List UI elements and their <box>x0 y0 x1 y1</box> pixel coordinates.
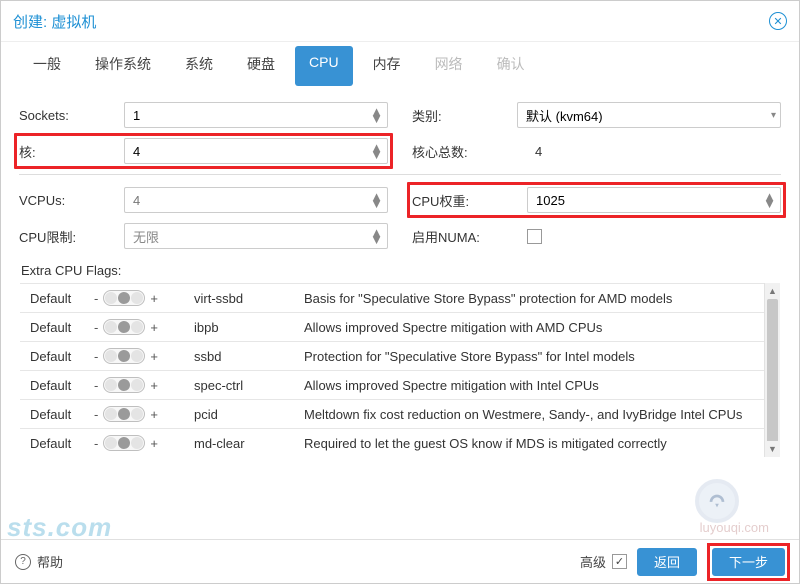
dialog-title: 创建: 虚拟机 <box>13 11 96 32</box>
sockets-input[interactable]: ▲▼ <box>124 102 388 128</box>
cpu-weight-highlight: CPU权重: ▲▼ <box>407 182 786 218</box>
scrollbar[interactable]: ▲ ▼ <box>764 283 780 457</box>
flag-tristate-toggle[interactable]: - + <box>94 406 194 422</box>
chevron-down-icon[interactable]: ▾ <box>771 112 776 119</box>
sockets-label: Sockets: <box>19 108 124 123</box>
cpu-limit-label: CPU限制: <box>19 227 124 246</box>
flags-scroll[interactable]: Default- +virt-ssbdBasis for "Speculativ… <box>19 282 781 458</box>
flag-default: Default <box>24 349 94 364</box>
advanced-checkbox[interactable]: ✓ <box>612 554 627 569</box>
spinner-arrows-icon[interactable]: ▲▼ <box>763 193 776 207</box>
flags-header: Extra CPU Flags: <box>19 259 781 282</box>
vcpus-field[interactable] <box>133 193 379 208</box>
flag-desc: Meltdown fix cost reduction on Westmere,… <box>304 407 776 422</box>
cpu-weight-label: CPU权重: <box>412 191 527 210</box>
form-body: Sockets: ▲▼ 类别: ▾ 核: ▲▼ <box>1 86 799 458</box>
help-icon: ? <box>15 554 31 570</box>
table-row: Default- +ssbdProtection for "Speculativ… <box>20 341 780 370</box>
next-button[interactable]: 下一步 <box>712 548 785 576</box>
table-row: Default- +virt-ssbdBasis for "Speculativ… <box>20 283 780 312</box>
watermark2-text: luyouqi.com <box>700 520 769 535</box>
flag-default: Default <box>24 320 94 335</box>
flag-tristate-toggle[interactable]: - + <box>94 290 194 306</box>
spinner-arrows-icon[interactable]: ▲▼ <box>370 229 383 243</box>
flag-desc: Allows improved Spectre mitigation with … <box>304 320 776 335</box>
help-button[interactable]: ? 帮助 <box>15 552 63 571</box>
table-row: Default- +pcidMeltdown fix cost reductio… <box>20 399 780 428</box>
flag-default: Default <box>24 407 94 422</box>
vcpus-label: VCPUs: <box>19 193 124 208</box>
flag-name: md-clear <box>194 436 304 451</box>
cpu-limit-field[interactable] <box>133 229 379 244</box>
numa-checkbox[interactable] <box>527 229 542 244</box>
flag-default: Default <box>24 378 94 393</box>
section-divider <box>19 174 781 175</box>
cores-label: 核: <box>19 142 124 161</box>
cores-highlight: 核: ▲▼ <box>14 133 393 169</box>
spinner-arrows-icon[interactable]: ▲▼ <box>370 108 383 122</box>
tab-confirm: 确认 <box>483 46 539 86</box>
type-label: 类别: <box>412 106 517 125</box>
table-row: Default- +md-clearRequired to let the gu… <box>20 428 780 457</box>
advanced-label: 高级 <box>580 552 606 571</box>
flag-tristate-toggle[interactable]: - + <box>94 319 194 335</box>
tab-system[interactable]: 系统 <box>171 46 227 86</box>
type-field[interactable] <box>526 108 772 123</box>
numa-label: 启用NUMA: <box>412 227 527 246</box>
scrollbar-thumb[interactable] <box>767 299 778 449</box>
flag-tristate-toggle[interactable]: - + <box>94 377 194 393</box>
cpu-limit-input[interactable]: ▲▼ <box>124 223 388 249</box>
flag-name: ssbd <box>194 349 304 364</box>
next-highlight: 下一步 <box>707 543 790 581</box>
tab-memory[interactable]: 内存 <box>359 46 415 86</box>
router-badge-icon <box>695 479 739 523</box>
flag-default: Default <box>24 291 94 306</box>
vcpus-input[interactable]: ▲▼ <box>124 187 388 213</box>
back-button[interactable]: 返回 <box>637 548 697 576</box>
title-bar: 创建: 虚拟机 ✕ <box>1 1 799 41</box>
flag-name: ibpb <box>194 320 304 335</box>
table-row: Default- +spec-ctrlAllows improved Spect… <box>20 370 780 399</box>
footer: ? 帮助 高级 ✓ 返回 下一步 <box>1 539 799 583</box>
flag-name: spec-ctrl <box>194 378 304 393</box>
advanced-toggle[interactable]: 高级 ✓ <box>580 552 627 571</box>
spinner-arrows-icon[interactable]: ▲▼ <box>370 144 383 158</box>
tab-cpu[interactable]: CPU <box>295 46 353 86</box>
cpu-weight-field[interactable] <box>536 193 772 208</box>
flag-name: pcid <box>194 407 304 422</box>
extra-cpu-flags: Extra CPU Flags: Default- +virt-ssbdBasi… <box>19 259 781 458</box>
scroll-up-icon[interactable]: ▲ <box>765 283 780 299</box>
flag-desc: Basis for "Speculative Store Bypass" pro… <box>304 291 776 306</box>
spinner-arrows-icon[interactable]: ▲▼ <box>370 193 383 207</box>
flag-default: Default <box>24 436 94 451</box>
cores-field[interactable] <box>133 144 379 159</box>
cpu-weight-input[interactable]: ▲▼ <box>527 187 781 213</box>
flag-desc: Required to let the guest OS know if MDS… <box>304 436 776 451</box>
flag-name: virt-ssbd <box>194 291 304 306</box>
tab-general[interactable]: 一般 <box>19 46 75 86</box>
cores-input[interactable]: ▲▼ <box>124 138 388 164</box>
tabs: 一般 操作系统 系统 硬盘 CPU 内存 网络 确认 <box>1 41 799 86</box>
flag-tristate-toggle[interactable]: - + <box>94 435 194 451</box>
close-icon[interactable]: ✕ <box>769 12 787 30</box>
tab-network: 网络 <box>421 46 477 86</box>
type-select[interactable]: ▾ <box>517 102 781 128</box>
total-cores-label: 核心总数: <box>412 142 527 161</box>
table-row: Default- +ibpbAllows improved Spectre mi… <box>20 312 780 341</box>
flag-tristate-toggle[interactable]: - + <box>94 348 194 364</box>
help-label: 帮助 <box>37 552 63 571</box>
flag-desc: Allows improved Spectre mitigation with … <box>304 378 776 393</box>
sockets-field[interactable] <box>133 108 379 123</box>
total-cores-value: 4 <box>527 144 542 159</box>
tab-os[interactable]: 操作系统 <box>81 46 165 86</box>
tab-disk[interactable]: 硬盘 <box>233 46 289 86</box>
scroll-down-icon[interactable]: ▼ <box>765 441 780 457</box>
flag-desc: Protection for "Speculative Store Bypass… <box>304 349 776 364</box>
create-vm-dialog: 创建: 虚拟机 ✕ 一般 操作系统 系统 硬盘 CPU 内存 网络 确认 Soc… <box>0 0 800 584</box>
